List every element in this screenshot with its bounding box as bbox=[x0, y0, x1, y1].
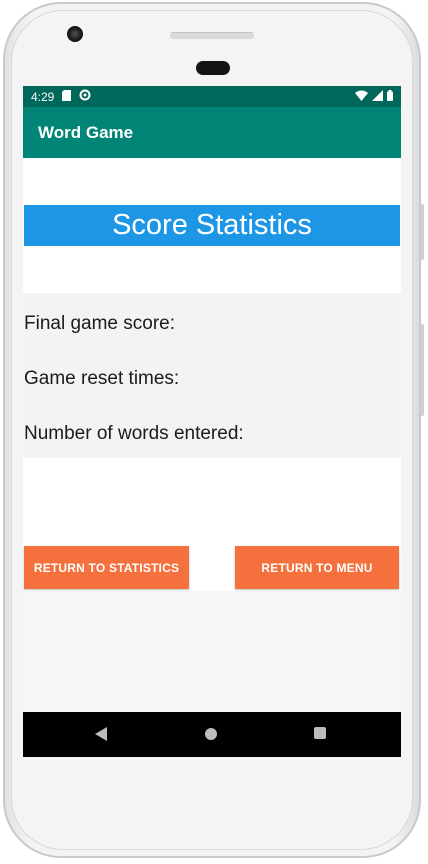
button-row: RETURN TO STATISTICS RETURN TO MENU bbox=[23, 544, 401, 591]
earpiece-speaker bbox=[170, 32, 254, 39]
app-title: Word Game bbox=[38, 122, 134, 142]
battery-icon bbox=[387, 89, 393, 104]
sync-icon bbox=[79, 89, 91, 104]
status-icons-right bbox=[355, 89, 393, 104]
main-content: Score Statistics Final game score: Game … bbox=[23, 158, 401, 712]
sd-card-icon bbox=[62, 89, 72, 104]
navigation-bar bbox=[23, 712, 401, 757]
words-entered-label: Number of words entered: bbox=[24, 423, 244, 444]
sensor-cutout bbox=[196, 61, 230, 75]
spacer bbox=[23, 458, 401, 544]
reset-times-label: Game reset times: bbox=[24, 368, 180, 389]
return-to-statistics-button[interactable]: RETURN TO STATISTICS bbox=[24, 546, 189, 589]
cellular-signal-icon bbox=[372, 89, 383, 104]
home-icon[interactable] bbox=[205, 728, 217, 740]
device-screen: 4:29 Word Game Score Statistics Final ga… bbox=[23, 86, 401, 757]
score-statistics-heading: Score Statistics bbox=[24, 205, 400, 246]
return-to-menu-button[interactable]: RETURN TO MENU bbox=[235, 546, 399, 589]
recents-icon[interactable] bbox=[314, 727, 326, 739]
heading-section: Score Statistics bbox=[23, 158, 401, 293]
app-bar: Word Game bbox=[23, 107, 401, 158]
stats-panel: Final game score: Game reset times: Numb… bbox=[23, 293, 401, 458]
power-button bbox=[420, 324, 424, 416]
back-icon[interactable] bbox=[95, 727, 107, 741]
status-time: 4:29 bbox=[31, 89, 55, 104]
final-score-label: Final game score: bbox=[24, 313, 176, 334]
status-bar: 4:29 bbox=[23, 86, 401, 107]
volume-button bbox=[420, 204, 424, 260]
front-camera bbox=[67, 26, 83, 42]
wifi-icon bbox=[355, 90, 368, 104]
